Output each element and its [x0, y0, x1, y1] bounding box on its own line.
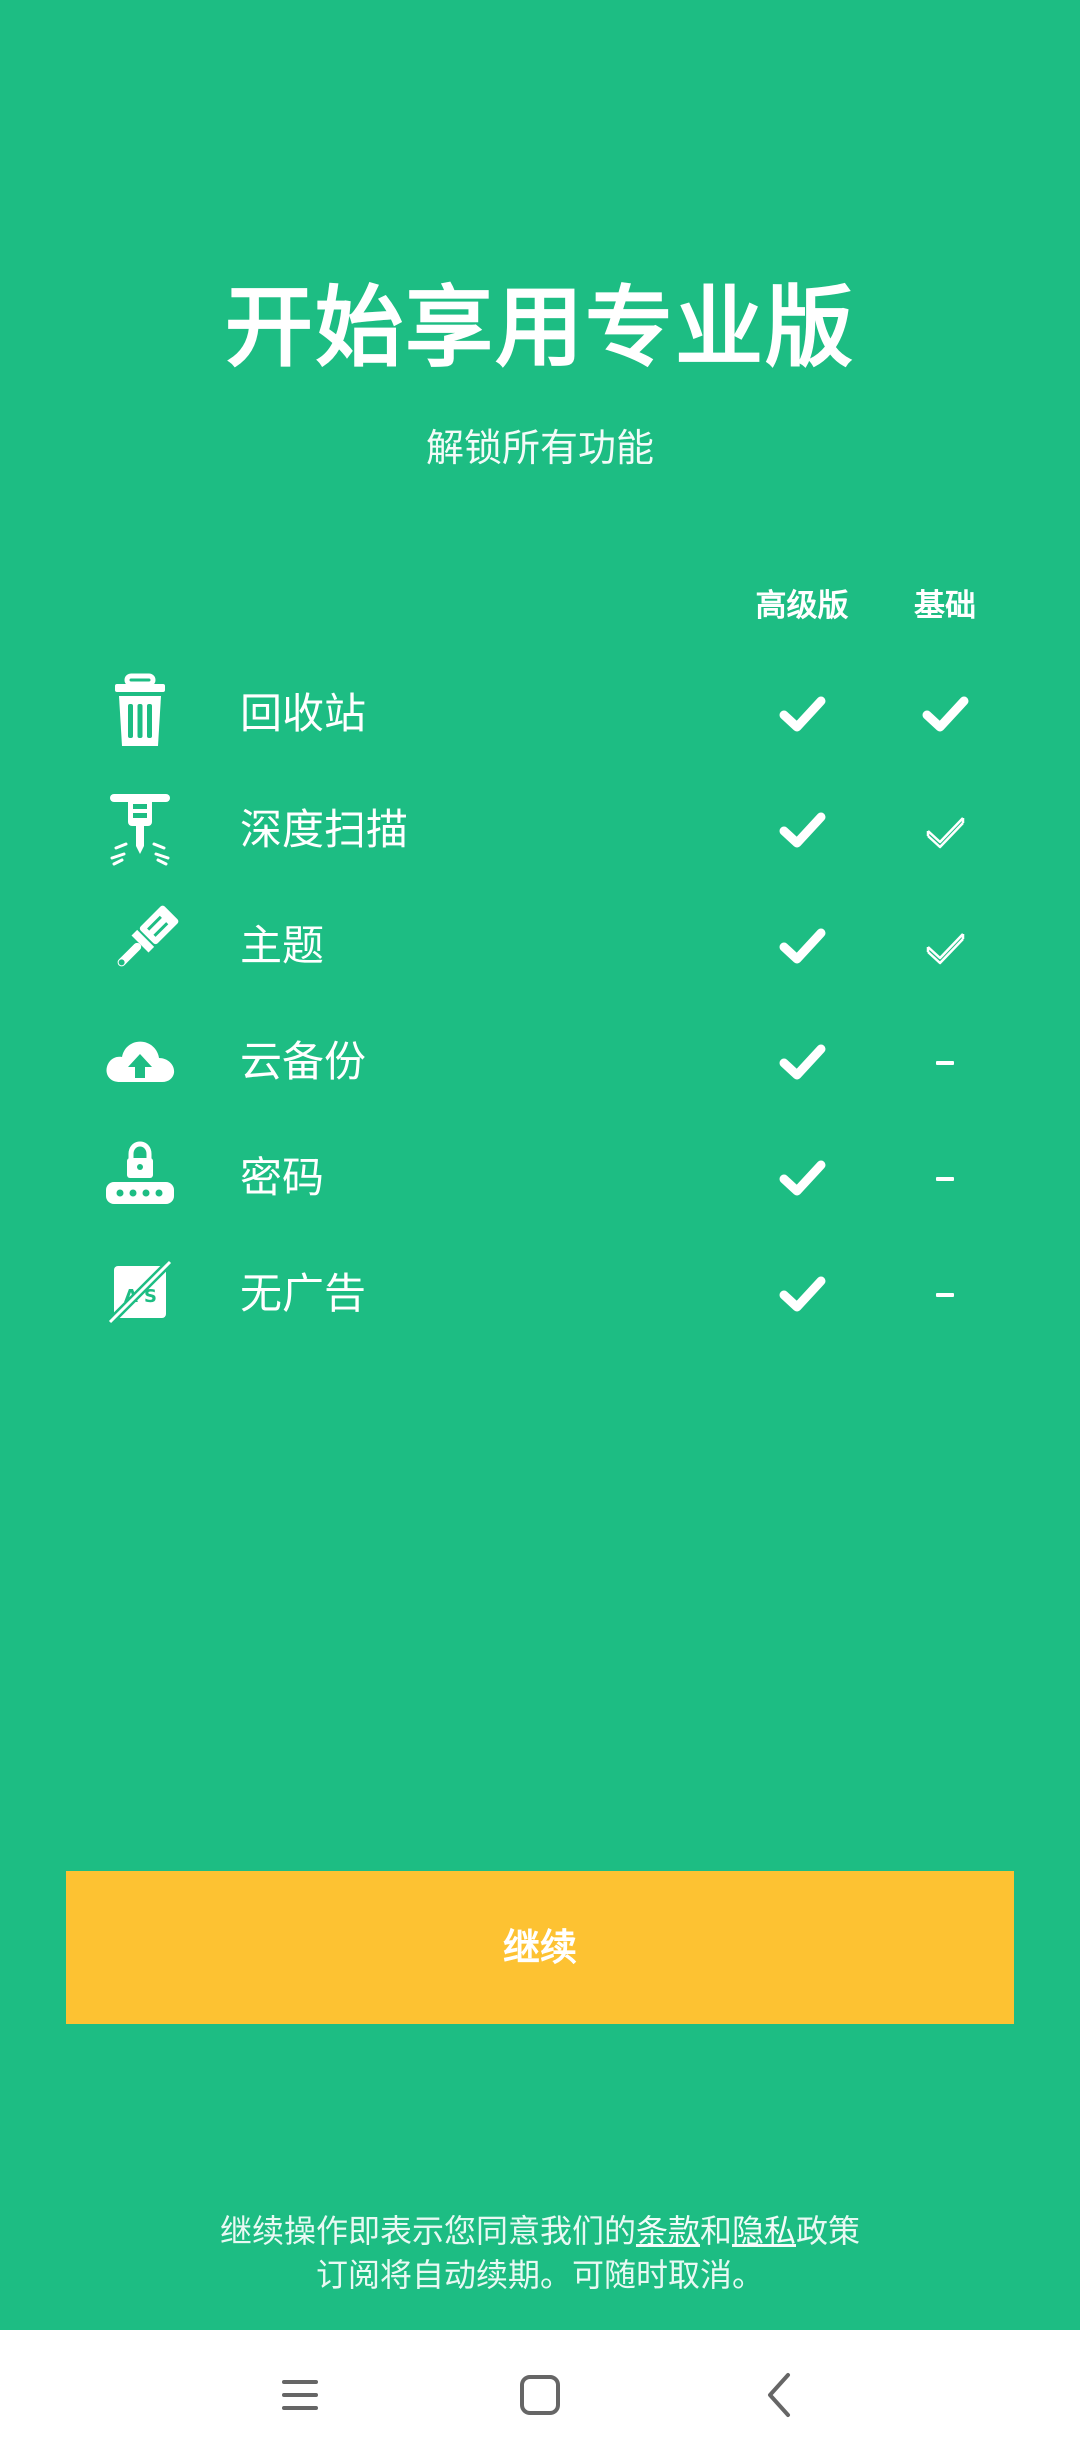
premium-check-icon: [772, 1150, 832, 1206]
basic-check-outline-icon: [915, 918, 975, 974]
password-lock-icon: [100, 1136, 180, 1216]
cloud-upload-icon: [100, 1020, 180, 1100]
premium-check-icon: [772, 686, 832, 742]
legal-text-line1: 继续操作即表示您同意我们的条款和隐私政策: [0, 2208, 1080, 2254]
paywall-screen: 开始享用专业版 解锁所有功能 高级版 基础 回收站 深度扫描 主题 云备份 密码…: [0, 0, 1080, 2330]
feature-row-no-ads: A S 无广告: [0, 1244, 1080, 1344]
feature-row-password: 密码: [0, 1128, 1080, 1228]
legal-suffix: 政策: [796, 2212, 861, 2250]
home-icon[interactable]: [500, 2355, 580, 2435]
legal-text-line2: 订阅将自动续期。可随时取消。: [315, 2256, 764, 2294]
premium-check-icon: [772, 802, 832, 858]
premium-check-icon: [772, 1266, 832, 1322]
feature-row-themes: 主题: [0, 896, 1080, 996]
feature-label: 无广告: [240, 1269, 367, 1318]
column-header-basic: 基础: [914, 588, 976, 624]
basic-dash-icon: [915, 1034, 975, 1090]
legal-and: 和: [699, 2212, 732, 2250]
privacy-link[interactable]: 隐私: [732, 2212, 796, 2250]
feature-label: 云备份: [240, 1037, 367, 1086]
back-icon[interactable]: [740, 2355, 820, 2435]
terms-link[interactable]: 条款: [636, 2212, 700, 2250]
page-subtitle: 解锁所有功能: [425, 426, 654, 470]
premium-check-icon: [772, 1034, 832, 1090]
no-ads-icon: A S: [100, 1252, 180, 1332]
feature-row-recycle-bin: 回收站: [0, 664, 1080, 764]
paint-brush-icon: [100, 904, 180, 984]
legal-prefix: 继续操作即表示您同意我们的: [219, 2212, 636, 2250]
menu-icon[interactable]: [260, 2355, 340, 2435]
feature-label: 密码: [240, 1153, 325, 1202]
feature-row-deep-scan: 深度扫描: [0, 780, 1080, 880]
system-navigation-bar: [0, 2330, 1080, 2460]
basic-check-icon: [915, 686, 975, 742]
trash-can-icon: [100, 672, 180, 752]
feature-row-cloud-backup: 云备份: [0, 1012, 1080, 1112]
jackhammer-icon: [100, 788, 180, 868]
feature-label: 主题: [240, 921, 325, 970]
basic-check-outline-icon: [915, 802, 975, 858]
premium-check-icon: [772, 918, 832, 974]
feature-label: 深度扫描: [240, 805, 409, 854]
continue-button[interactable]: 继续: [66, 1871, 1014, 2024]
page-title: 开始享用专业版: [224, 276, 855, 379]
feature-label: 回收站: [240, 689, 367, 738]
basic-dash-icon: [915, 1266, 975, 1322]
column-header-premium: 高级版: [755, 588, 849, 624]
basic-dash-icon: [915, 1150, 975, 1206]
